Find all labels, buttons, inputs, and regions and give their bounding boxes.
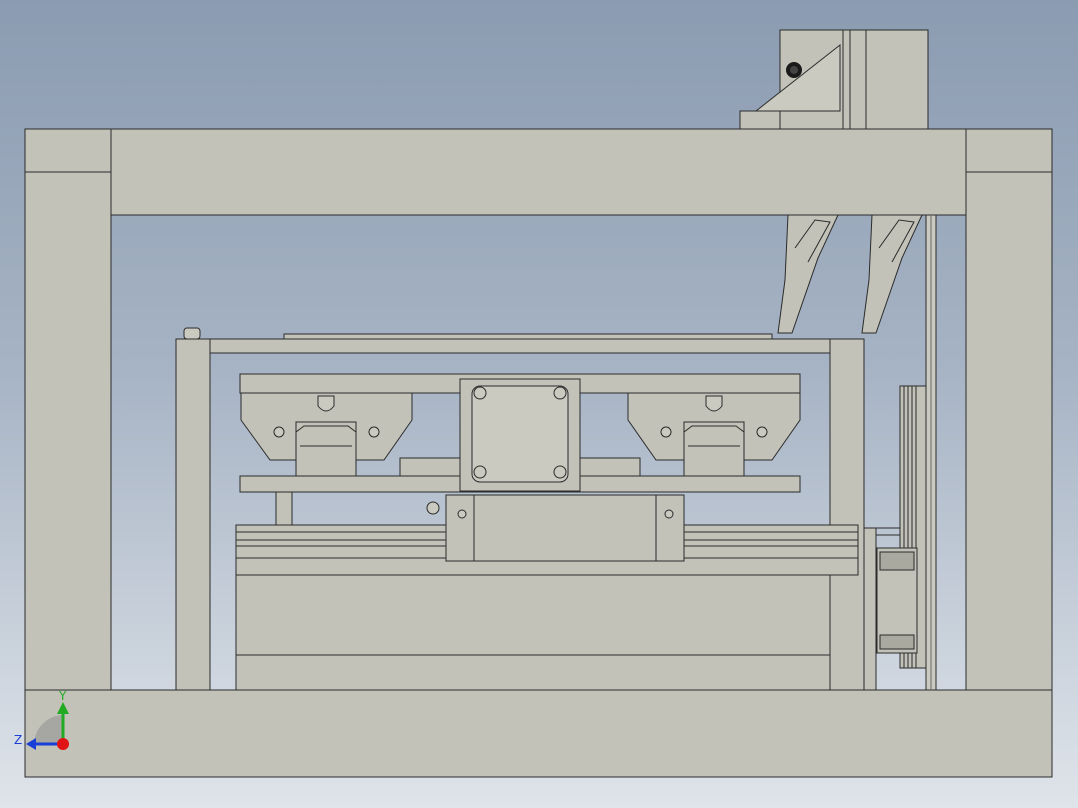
top-beam	[24, 128, 1053, 216]
right-guide-block[interactable]	[627, 392, 801, 477]
side-drive[interactable]	[868, 385, 927, 669]
left-guide-block[interactable]	[240, 392, 413, 477]
left-post	[24, 128, 112, 691]
cad-viewport[interactable]: Y Z	[0, 0, 1078, 808]
guide-rod[interactable]	[925, 214, 937, 691]
y-axis-label: Y	[58, 689, 67, 703]
support-post	[275, 491, 293, 526]
x-axis-dot-icon	[57, 738, 69, 750]
base-beam	[24, 689, 1053, 778]
right-post	[965, 128, 1053, 691]
cad-drawing[interactable]: Y Z	[0, 0, 1078, 808]
motor-flange[interactable]	[459, 378, 581, 492]
z-axis-label: Z	[14, 733, 22, 747]
gripper-fingers[interactable]	[777, 214, 923, 334]
actuator-slider[interactable]	[426, 494, 685, 562]
top-bracket[interactable]	[739, 29, 929, 130]
